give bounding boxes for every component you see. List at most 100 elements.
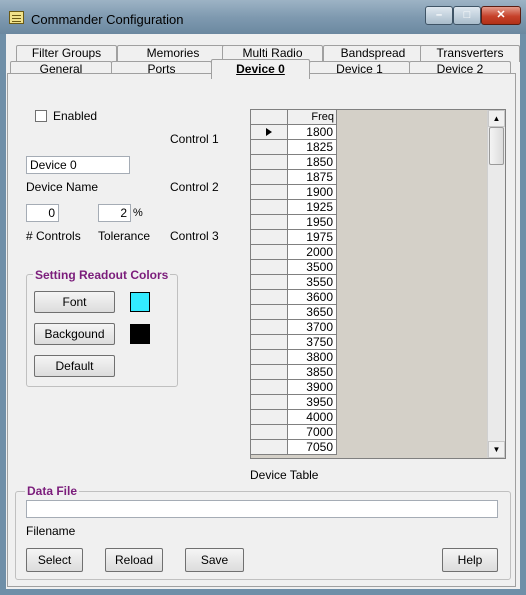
row-selector[interactable] xyxy=(251,125,288,140)
table-row[interactable]: 3550 xyxy=(251,275,337,290)
tolerance-label: Tolerance xyxy=(98,229,151,243)
table-row[interactable]: 3800 xyxy=(251,350,337,365)
maximize-button[interactable]: □ xyxy=(453,6,481,25)
reload-button[interactable]: Reload xyxy=(105,548,163,572)
tolerance-unit: % xyxy=(133,207,143,219)
table-row[interactable]: 3500 xyxy=(251,260,337,275)
freq-cell[interactable]: 3900 xyxy=(288,380,337,395)
freq-cell[interactable]: 1825 xyxy=(288,140,337,155)
row-selector[interactable] xyxy=(251,245,288,260)
row-selector[interactable] xyxy=(251,335,288,350)
table-row[interactable]: 1975 xyxy=(251,230,337,245)
row-selector[interactable] xyxy=(251,380,288,395)
enabled-label: Enabled xyxy=(53,109,98,123)
table-row[interactable]: 2000 xyxy=(251,245,337,260)
freq-cell[interactable]: 1800 xyxy=(288,125,337,140)
help-button[interactable]: Help xyxy=(442,548,498,572)
minimize-button[interactable]: – xyxy=(425,6,453,25)
table-vertical-scrollbar[interactable]: ▲ ▼ xyxy=(487,110,505,458)
table-row[interactable]: 3950 xyxy=(251,395,337,410)
select-button[interactable]: Select xyxy=(26,548,83,572)
freq-cell[interactable]: 3800 xyxy=(288,350,337,365)
row-selector[interactable] xyxy=(251,410,288,425)
enabled-checkbox[interactable] xyxy=(35,110,47,122)
tab-filter-groups[interactable]: Filter Groups xyxy=(16,45,117,62)
save-button[interactable]: Save xyxy=(185,548,244,572)
table-row[interactable]: 1850 xyxy=(251,155,337,170)
row-selector[interactable] xyxy=(251,350,288,365)
background-color-swatch xyxy=(130,324,150,344)
device-table-grid[interactable]: Freq 1800 1825 1850 1875 1900 1925 1950 1975 200… xyxy=(250,109,506,459)
row-selector[interactable] xyxy=(251,395,288,410)
tab-bandspread[interactable]: Bandspread xyxy=(323,45,423,62)
table-row[interactable]: 3900 xyxy=(251,380,337,395)
row-selector[interactable] xyxy=(251,320,288,335)
table-row[interactable]: 1825 xyxy=(251,140,337,155)
freq-cell[interactable]: 1950 xyxy=(288,215,337,230)
freq-cell[interactable]: 4000 xyxy=(288,410,337,425)
table-row[interactable]: 1875 xyxy=(251,170,337,185)
freq-cell[interactable]: 3850 xyxy=(288,365,337,380)
row-selector[interactable] xyxy=(251,260,288,275)
table-row[interactable]: 1925 xyxy=(251,200,337,215)
scroll-down-button[interactable]: ▼ xyxy=(488,441,505,458)
app-icon xyxy=(9,11,24,24)
default-colors-button[interactable]: Default xyxy=(34,355,115,377)
close-button[interactable]: ✕ xyxy=(481,6,521,25)
row-selector[interactable] xyxy=(251,140,288,155)
table-row[interactable]: 1950 xyxy=(251,215,337,230)
row-selector[interactable] xyxy=(251,170,288,185)
freq-cell[interactable]: 7050 xyxy=(288,440,337,455)
row-selector[interactable] xyxy=(251,440,288,455)
freq-column-header[interactable]: Freq xyxy=(288,110,337,125)
close-icon: ✕ xyxy=(496,9,506,21)
table-row[interactable]: 1800 xyxy=(251,125,337,140)
freq-cell[interactable]: 3600 xyxy=(288,290,337,305)
font-color-button[interactable]: Font xyxy=(34,291,115,313)
filename-input[interactable] xyxy=(26,500,498,518)
table-row[interactable]: 4000 xyxy=(251,410,337,425)
row-selector[interactable] xyxy=(251,305,288,320)
row-selector[interactable] xyxy=(251,215,288,230)
table-row[interactable]: 7000 xyxy=(251,425,337,440)
table-row[interactable]: 3650 xyxy=(251,305,337,320)
freq-cell[interactable]: 3500 xyxy=(288,260,337,275)
freq-cell[interactable]: 3650 xyxy=(288,305,337,320)
row-selector[interactable] xyxy=(251,185,288,200)
tolerance-input[interactable]: 2 xyxy=(98,204,131,222)
table-row[interactable]: 1900 xyxy=(251,185,337,200)
row-selector[interactable] xyxy=(251,230,288,245)
tab-transverters[interactable]: Transverters xyxy=(420,45,520,62)
table-row[interactable]: 3850 xyxy=(251,365,337,380)
row-selector[interactable] xyxy=(251,365,288,380)
freq-cell[interactable]: 1900 xyxy=(288,185,337,200)
row-selector[interactable] xyxy=(251,155,288,170)
control-1-label: Control 1 xyxy=(170,132,219,146)
row-selector[interactable] xyxy=(251,200,288,215)
row-selector[interactable] xyxy=(251,290,288,305)
table-row[interactable]: 3700 xyxy=(251,320,337,335)
freq-cell[interactable]: 7000 xyxy=(288,425,337,440)
scroll-thumb[interactable] xyxy=(489,127,504,165)
device-table-caption: Device Table xyxy=(250,468,319,482)
freq-cell[interactable]: 3950 xyxy=(288,395,337,410)
row-selector[interactable] xyxy=(251,425,288,440)
scroll-up-button[interactable]: ▲ xyxy=(488,110,505,127)
title-bar[interactable]: Commander Configuration – □ ✕ xyxy=(0,0,526,34)
freq-cell[interactable]: 2000 xyxy=(288,245,337,260)
freq-cell[interactable]: 1850 xyxy=(288,155,337,170)
freq-cell[interactable]: 1925 xyxy=(288,200,337,215)
freq-cell[interactable]: 3750 xyxy=(288,335,337,350)
table-row[interactable]: 3750 xyxy=(251,335,337,350)
row-selector[interactable] xyxy=(251,275,288,290)
table-row[interactable]: 3600 xyxy=(251,290,337,305)
device-name-input[interactable]: Device 0 xyxy=(26,156,130,174)
freq-cell[interactable]: 1875 xyxy=(288,170,337,185)
table-row[interactable]: 7050 xyxy=(251,440,337,455)
freq-cell[interactable]: 1975 xyxy=(288,230,337,245)
freq-cell[interactable]: 3550 xyxy=(288,275,337,290)
freq-cell[interactable]: 3700 xyxy=(288,320,337,335)
controls-count-input[interactable]: 0 xyxy=(26,204,59,222)
background-color-button[interactable]: Backgound xyxy=(34,323,115,345)
tab-device-0[interactable]: Device 0 xyxy=(211,59,310,79)
